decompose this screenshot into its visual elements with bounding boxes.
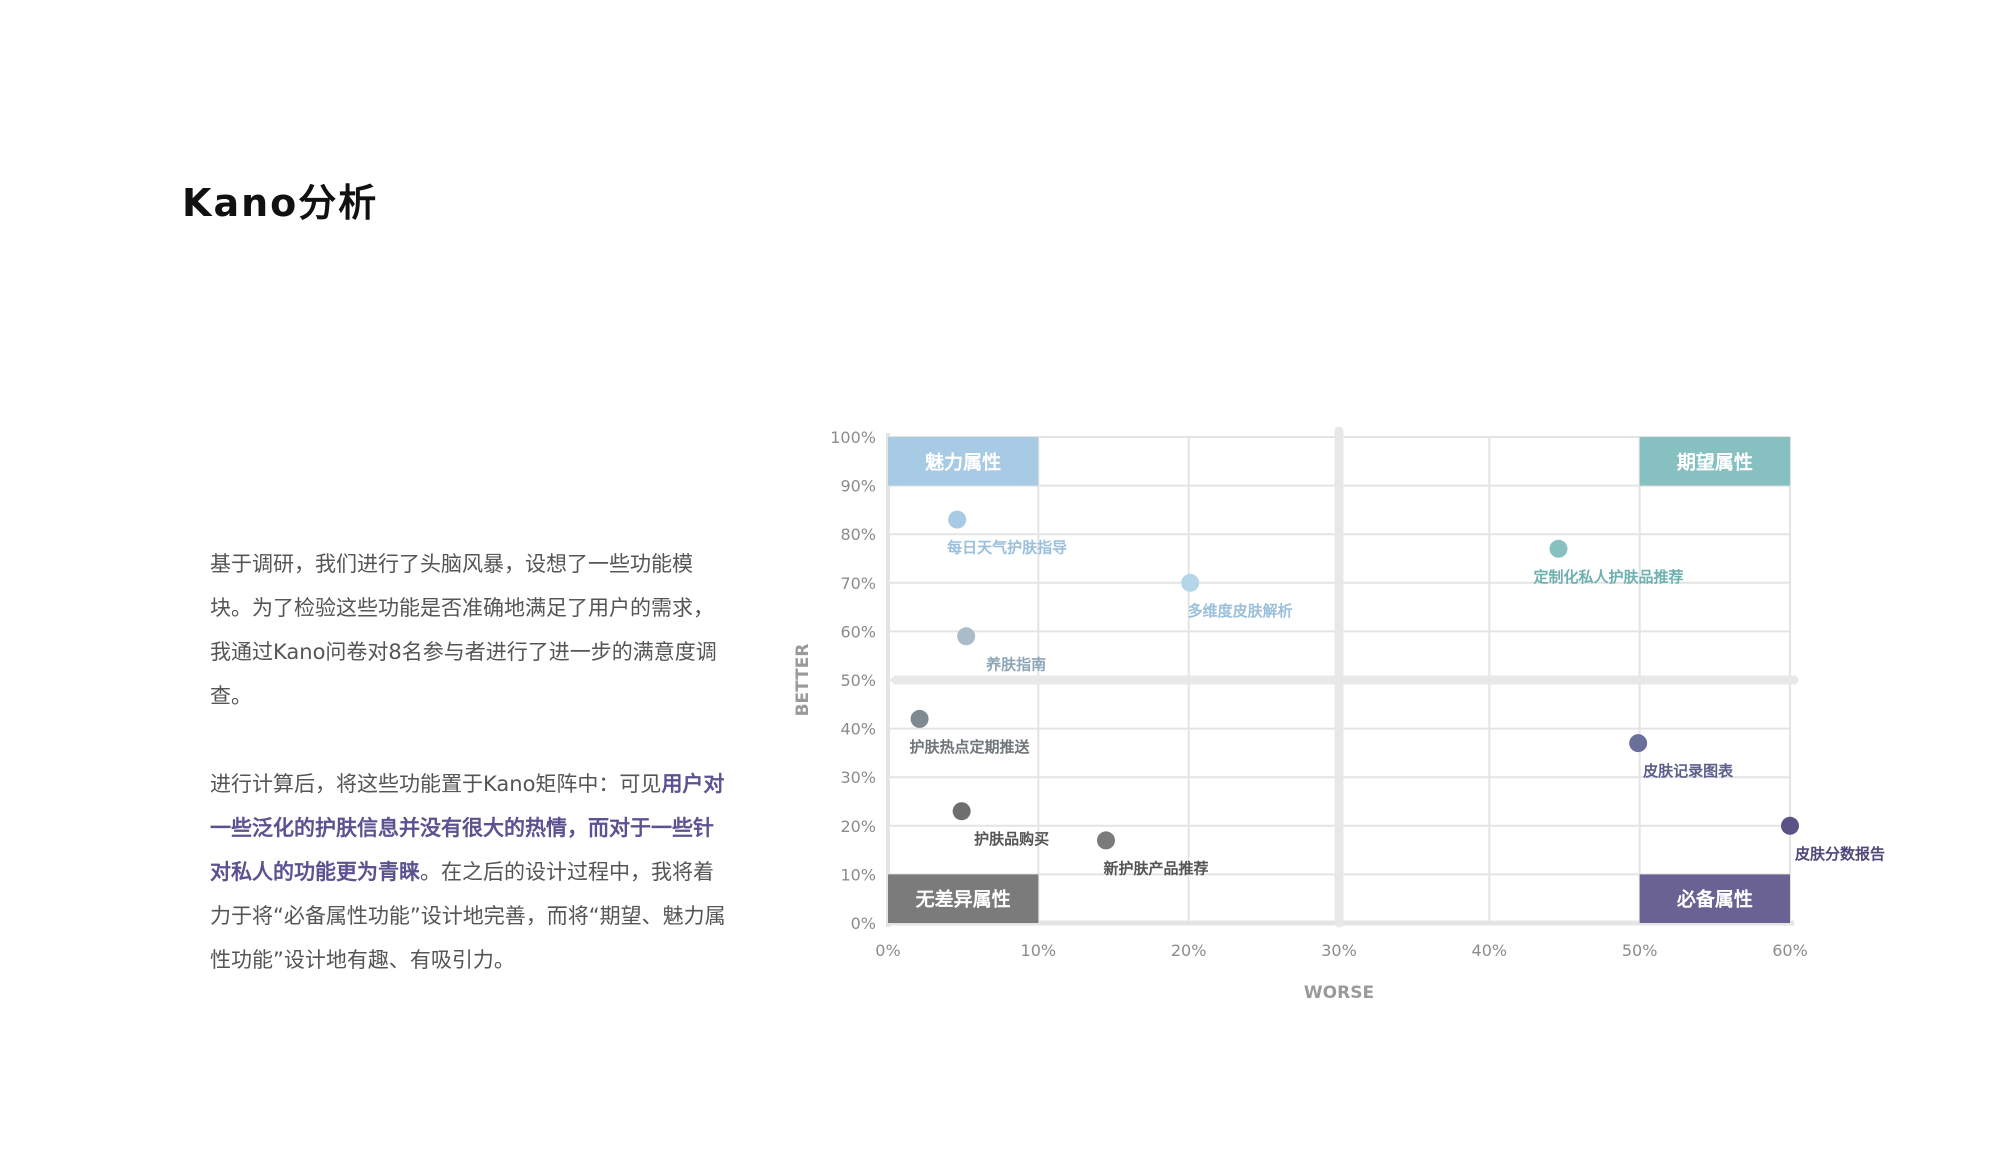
y-tick-label: 0% — [851, 914, 876, 933]
data-point-label: 定制化私人护肤品推荐 — [1533, 568, 1683, 586]
y-tick-label: 50% — [840, 671, 876, 690]
quadrant-label: 魅力属性 — [925, 450, 1001, 473]
data-point-label: 养肤指南 — [985, 655, 1046, 673]
y-tick-label: 20% — [840, 817, 876, 836]
data-point — [1549, 539, 1568, 558]
data-point-label: 护肤热点定期推送 — [910, 738, 1031, 756]
data-point — [1629, 734, 1648, 753]
data-point-label: 新护肤产品推荐 — [1103, 859, 1208, 877]
y-tick-label: 90% — [840, 477, 876, 496]
x-tick-label: 40% — [1472, 941, 1508, 960]
data-point — [1781, 816, 1799, 835]
x-tick-label: 0% — [875, 941, 900, 960]
x-tick-label: 20% — [1171, 941, 1207, 960]
y-tick-label: 70% — [840, 574, 876, 593]
data-point-label: 每日天气护肤指导 — [947, 539, 1067, 557]
y-axis-title: BETTER — [793, 644, 813, 717]
data-point — [1096, 831, 1115, 850]
data-point-label: 护肤品购买 — [974, 830, 1049, 848]
y-tick-label: 40% — [840, 720, 876, 739]
quadrant-label: 无差异属性 — [916, 888, 1011, 911]
data-point — [948, 510, 967, 529]
y-tick-label: 10% — [840, 865, 876, 884]
y-tick-label: 80% — [840, 525, 876, 544]
data-point — [952, 802, 971, 821]
data-point-label: 皮肤记录图表 — [1643, 762, 1734, 780]
x-tick-label: 50% — [1622, 941, 1658, 960]
data-point — [1181, 573, 1200, 592]
x-tick-label: 30% — [1321, 941, 1357, 960]
y-tick-label: 30% — [840, 768, 876, 787]
quadrant-label: 期望属性 — [1677, 450, 1753, 473]
y-tick-label: 60% — [840, 622, 876, 641]
data-point — [910, 709, 929, 728]
kano-chart: 魅力属性 期望属性无差异属性 必备属性 0% 10% 20% 30% 40% 50% 60% 0% 1… — [793, 426, 1885, 1003]
quadrant-label: 必备属性 — [1676, 888, 1753, 911]
x-tick-label: 10% — [1021, 941, 1057, 960]
x-tick-label: 60% — [1772, 941, 1808, 960]
data-point-label: 多维度皮肤解析 — [1188, 602, 1293, 620]
data-point-label: 皮肤分数报告 — [1795, 845, 1885, 863]
y-tick-label: 100% — [830, 428, 876, 447]
data-point — [957, 627, 976, 646]
x-axis-title: WORSE — [1304, 983, 1374, 1003]
